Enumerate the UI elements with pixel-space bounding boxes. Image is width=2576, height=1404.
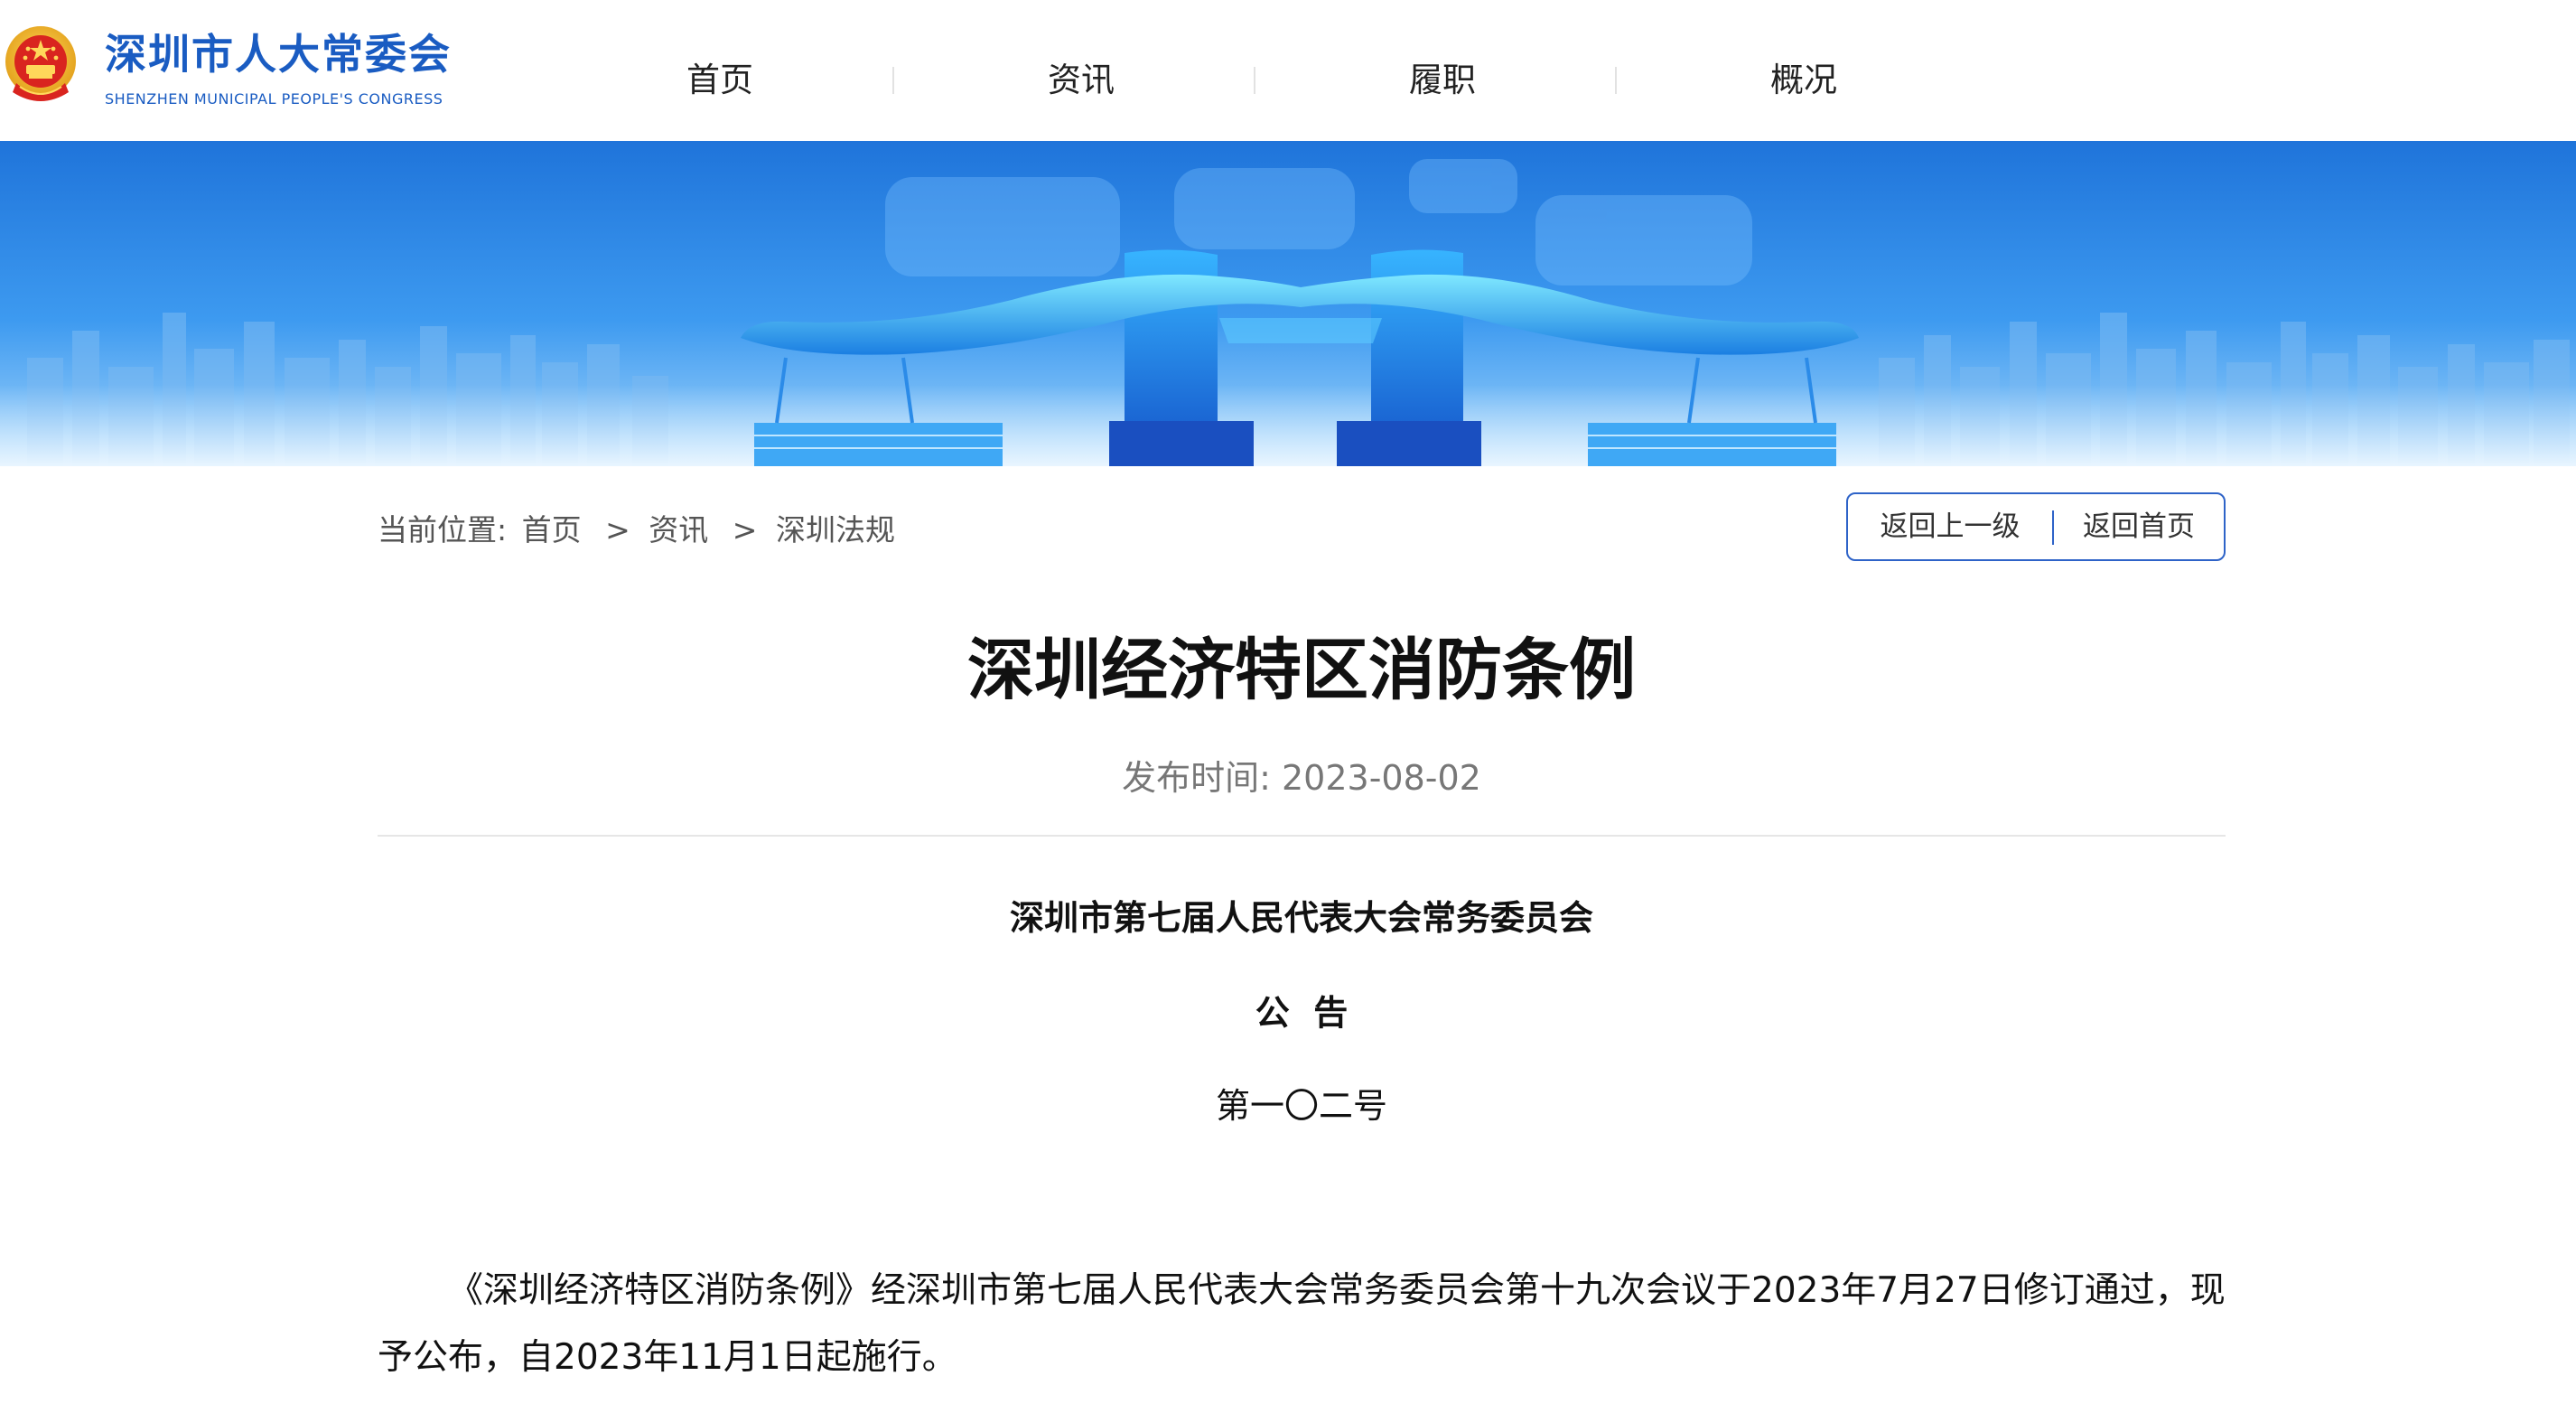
nav-separator [1254,67,1255,94]
article-title: 深圳经济特区消防条例 [967,632,1636,709]
nav-news[interactable]: 资讯 [991,52,1171,101]
content-divider [378,835,2226,837]
breadcrumb: 当前位置: 首页 > 资讯 > 深圳法规 [378,506,901,549]
issuer-line: 深圳市第七届人民代表大会常务委员会 [1009,898,1593,938]
publish-date: 发布时间: 2023-08-02 [1122,758,1481,798]
breadcrumb-regulations[interactable]: 深圳法规 [776,512,895,548]
back-to-home-button[interactable]: 返回首页 [2054,494,2224,559]
nav-separator [1615,67,1617,94]
nav-duties[interactable]: 履职 [1352,52,1533,101]
nav-separator [892,67,894,94]
site-header: 深圳市人大常委会 SHENZHEN MUNICIPAL PEOPLE'S CON… [0,0,2576,141]
breadcrumb-separator: > [605,512,630,548]
banner-image [0,141,2576,466]
national-emblem-icon[interactable] [4,23,78,107]
breadcrumb-prefix: 当前位置: [378,512,508,548]
notice-heading: 公 告 [1255,993,1349,1033]
notice-number: 第一〇二号 [1215,1086,1387,1126]
breadcrumb-news[interactable]: 资讯 [649,512,708,548]
site-title[interactable]: 深圳市人大常委会 [105,22,452,81]
navigation-button-group: 返回上一级 返回首页 [1846,492,2226,561]
building-illustration [0,141,2576,466]
back-to-parent-button[interactable]: 返回上一级 [1848,494,2052,559]
article-body-paragraph: 《深圳经济特区消防条例》经深圳市第七届人民代表大会常务委员会第十九次会议于202… [378,1270,2226,1378]
nav-home[interactable]: 首页 [630,52,810,101]
breadcrumb-home[interactable]: 首页 [522,512,582,548]
breadcrumb-separator: > [732,512,758,548]
site-subtitle: SHENZHEN MUNICIPAL PEOPLE'S CONGRESS [105,90,443,108]
nav-overview[interactable]: 概况 [1713,52,1894,101]
page: 深圳市人大常委会 SHENZHEN MUNICIPAL PEOPLE'S CON… [0,0,2576,1404]
